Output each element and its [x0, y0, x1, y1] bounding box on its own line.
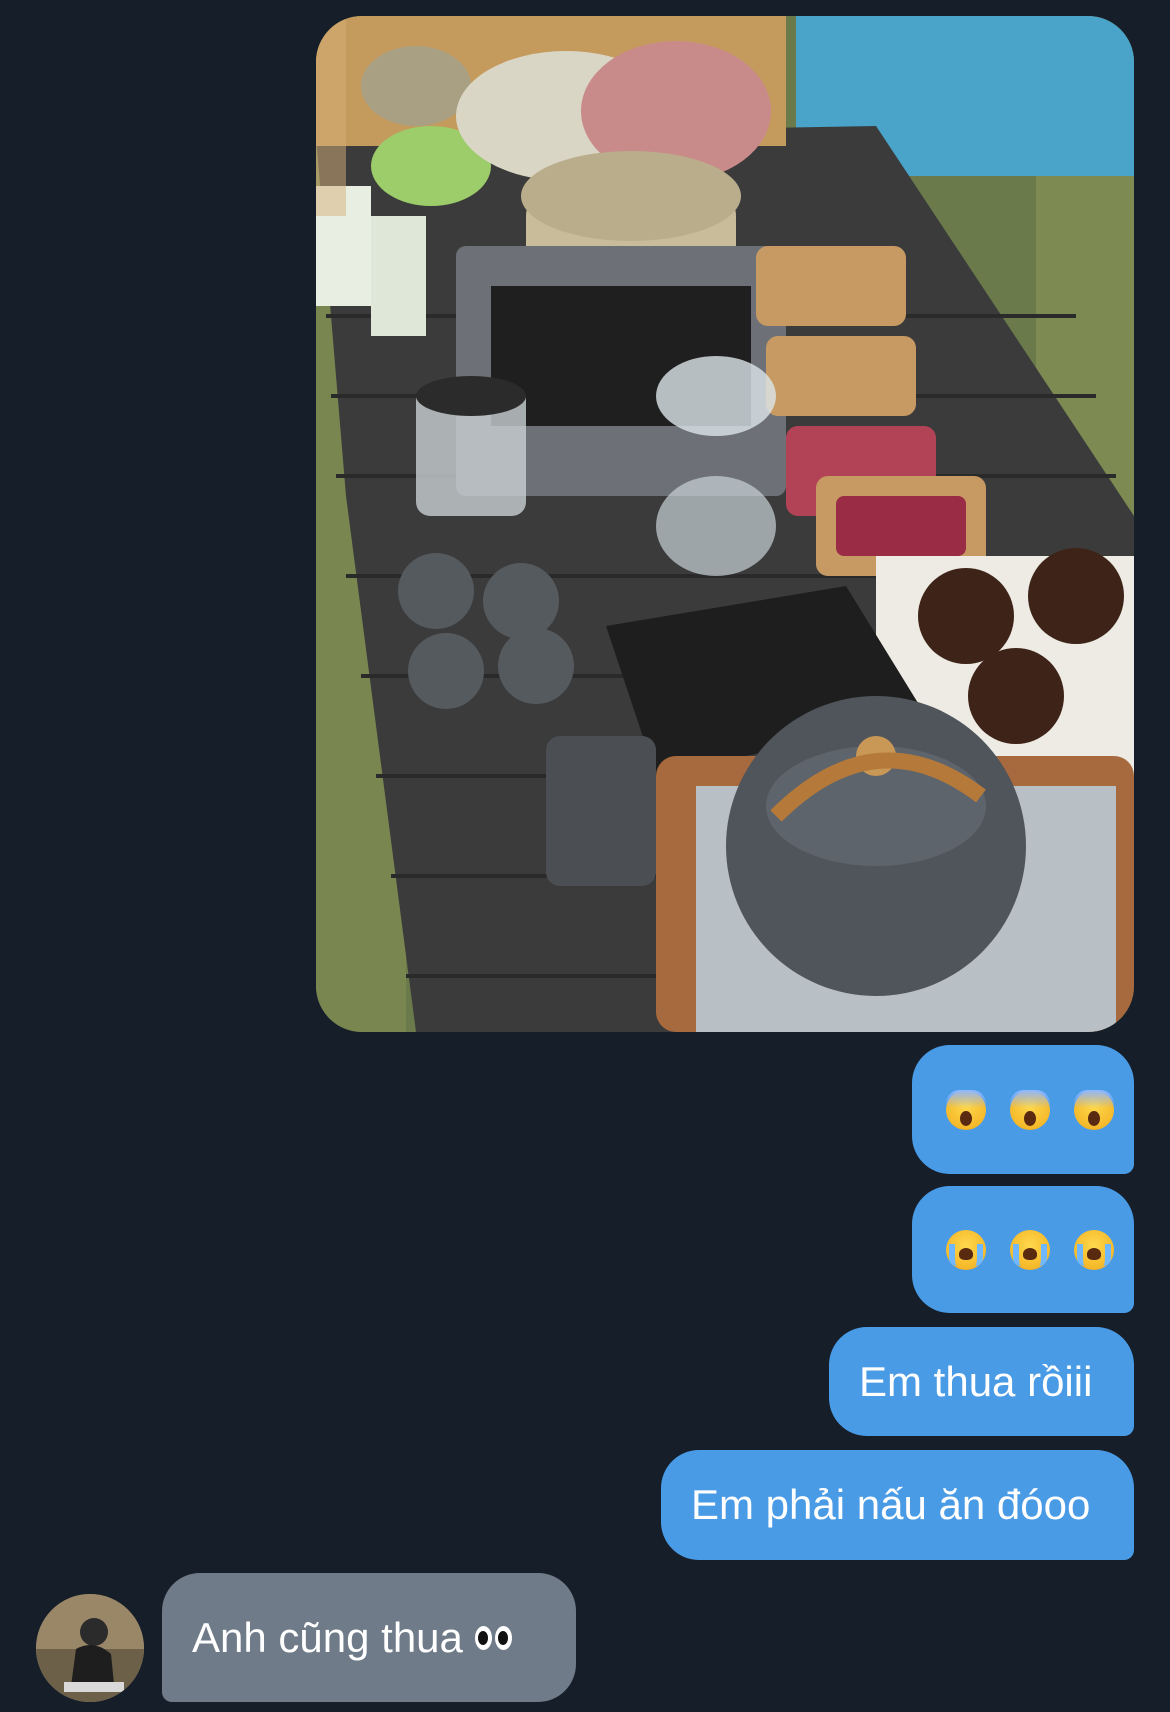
face-screaming-in-fear-icon: [946, 1089, 986, 1130]
image-message[interactable]: [316, 16, 1134, 1032]
face-screaming-in-fear-icon: [1074, 1089, 1114, 1130]
loudly-crying-face-icon: [1010, 1229, 1050, 1270]
message-text: Em thua rồiii: [859, 1357, 1093, 1405]
outgoing-message[interactable]: Em thua rồiii: [829, 1327, 1134, 1436]
loudly-crying-face-icon: [946, 1229, 986, 1270]
emoji-message-scream[interactable]: [912, 1045, 1134, 1174]
message-text: Anh cũng thua: [192, 1613, 463, 1661]
emoji-message-sob[interactable]: [912, 1186, 1134, 1313]
camping-table-photo: [316, 16, 1134, 1032]
face-screaming-in-fear-icon: [1010, 1089, 1050, 1130]
avatar-photo: [36, 1594, 144, 1702]
incoming-message[interactable]: Anh cũng thua: [162, 1573, 576, 1702]
avatar[interactable]: [36, 1594, 144, 1702]
message-text: Em phải nấu ăn đóoo: [691, 1481, 1091, 1528]
eyes-icon: [474, 1625, 512, 1650]
loudly-crying-face-icon: [1074, 1229, 1114, 1270]
chat-thread: Em thua rồiii Em phải nấu ăn đóoo Anh cũ…: [0, 0, 1170, 1712]
outgoing-message[interactable]: Em phải nấu ăn đóoo: [661, 1450, 1134, 1560]
